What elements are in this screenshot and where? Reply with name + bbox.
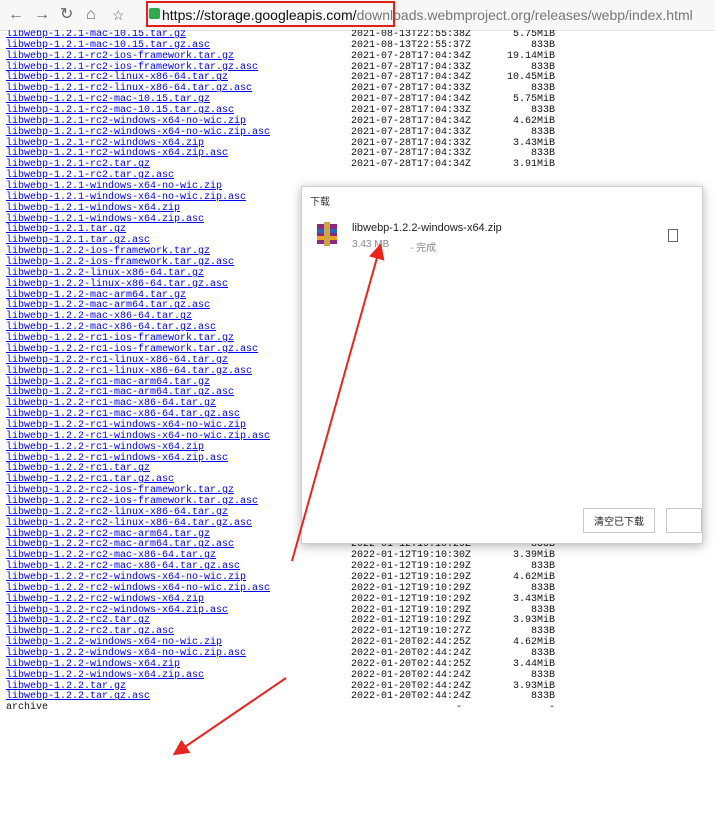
file-link[interactable]: libwebp-1.2.2-rc2-windows-x64.zip <box>6 594 204 606</box>
home-icon[interactable]: ⌂ <box>86 6 96 24</box>
favorites-icon[interactable]: ☆ <box>112 6 125 24</box>
archive-date: - <box>456 702 463 714</box>
file-date: 2021-07-28T17:04:33Z <box>351 126 472 138</box>
forward-icon[interactable]: → <box>34 6 50 24</box>
download-file-name[interactable]: libwebp-1.2.2-windows-x64.zip <box>352 222 502 234</box>
file-link[interactable]: libwebp-1.2.1-rc2-ios-framework.tar.gz <box>6 51 234 63</box>
browser-toolbar: ← → ↻ ⌂ ☆ https://storage.googleapis.com… <box>0 0 715 31</box>
file-date: 2022-01-12T19:10:29Z <box>351 593 472 605</box>
file-link[interactable]: libwebp-1.2.2-windows-x64.zip.asc <box>6 670 204 682</box>
archive-size: - <box>548 702 555 714</box>
file-row: libwebp-1.2.1-rc2-ios-framework.tar.gz 20… <box>0 50 690 63</box>
archive-file-icon <box>317 222 337 246</box>
file-link[interactable]: libwebp-1.2.2-rc2-linux-x86-64.tar.gz.as… <box>6 518 252 530</box>
file-size: 3.43MiB <box>512 593 555 605</box>
archive-row: archive - - <box>0 702 690 714</box>
clear-downloads-button[interactable]: 清空已下载 <box>583 508 655 533</box>
file-link[interactable]: libwebp-1.2.2-linux-x86-64.tar.gz.asc <box>6 279 228 291</box>
download-panel: 下载 libwebp-1.2.2-windows-x64.zip 3.43 MB… <box>301 186 703 544</box>
url-highlight-box <box>146 1 395 27</box>
reload-icon[interactable]: ↻ <box>60 6 73 24</box>
download-file-size: 3.43 MB <box>352 239 390 250</box>
open-file-icon[interactable] <box>668 229 678 242</box>
file-size: 833B <box>530 669 555 681</box>
file-link[interactable]: libwebp-1.2.1-rc2-windows-x64-no-wic.zip… <box>6 127 270 139</box>
download-panel-title: 下载 <box>310 197 330 208</box>
file-row: libwebp-1.2.2-rc2-windows-x64.zip 2022-01… <box>0 593 690 606</box>
file-size: 3.91MiB <box>512 159 555 171</box>
file-date: 2022-01-20T02:44:24Z <box>351 691 472 703</box>
file-date: 2022-01-20T02:44:24Z <box>351 669 472 681</box>
file-link[interactable]: libwebp-1.2.2-rc1-linux-x86-64.tar.gz.as… <box>6 366 252 378</box>
file-date: 2021-07-28T17:04:34Z <box>351 50 472 62</box>
file-link[interactable]: libwebp-1.2.2-rc1-windows-x64.zip <box>6 442 204 454</box>
file-row: libwebp-1.2.2.tar.gz.asc 2022-01-20T02:44… <box>0 692 690 703</box>
archive-label: archive <box>6 702 49 714</box>
file-size: 833B <box>530 126 555 138</box>
download-status: - 完成 <box>410 243 437 254</box>
file-size: 833B <box>530 691 555 703</box>
more-button[interactable] <box>666 508 702 533</box>
file-row: libwebp-1.2.1-rc2-windows-x64-no-wic.zip… <box>0 126 690 139</box>
url-path: downloads.webmproject.org/releases/webp/… <box>356 7 693 23</box>
file-size: 19.14MiB <box>506 50 555 62</box>
file-link[interactable]: libwebp-1.2.2-rc1-linux-x86-64.tar.gz <box>6 355 228 367</box>
file-link[interactable]: libwebp-1.2.1-windows-x64.zip <box>6 203 180 215</box>
file-date: 2021-07-28T17:04:34Z <box>351 159 472 171</box>
back-icon[interactable]: ← <box>8 6 24 24</box>
file-row: libwebp-1.2.2-windows-x64.zip.asc 2022-01… <box>0 669 690 682</box>
